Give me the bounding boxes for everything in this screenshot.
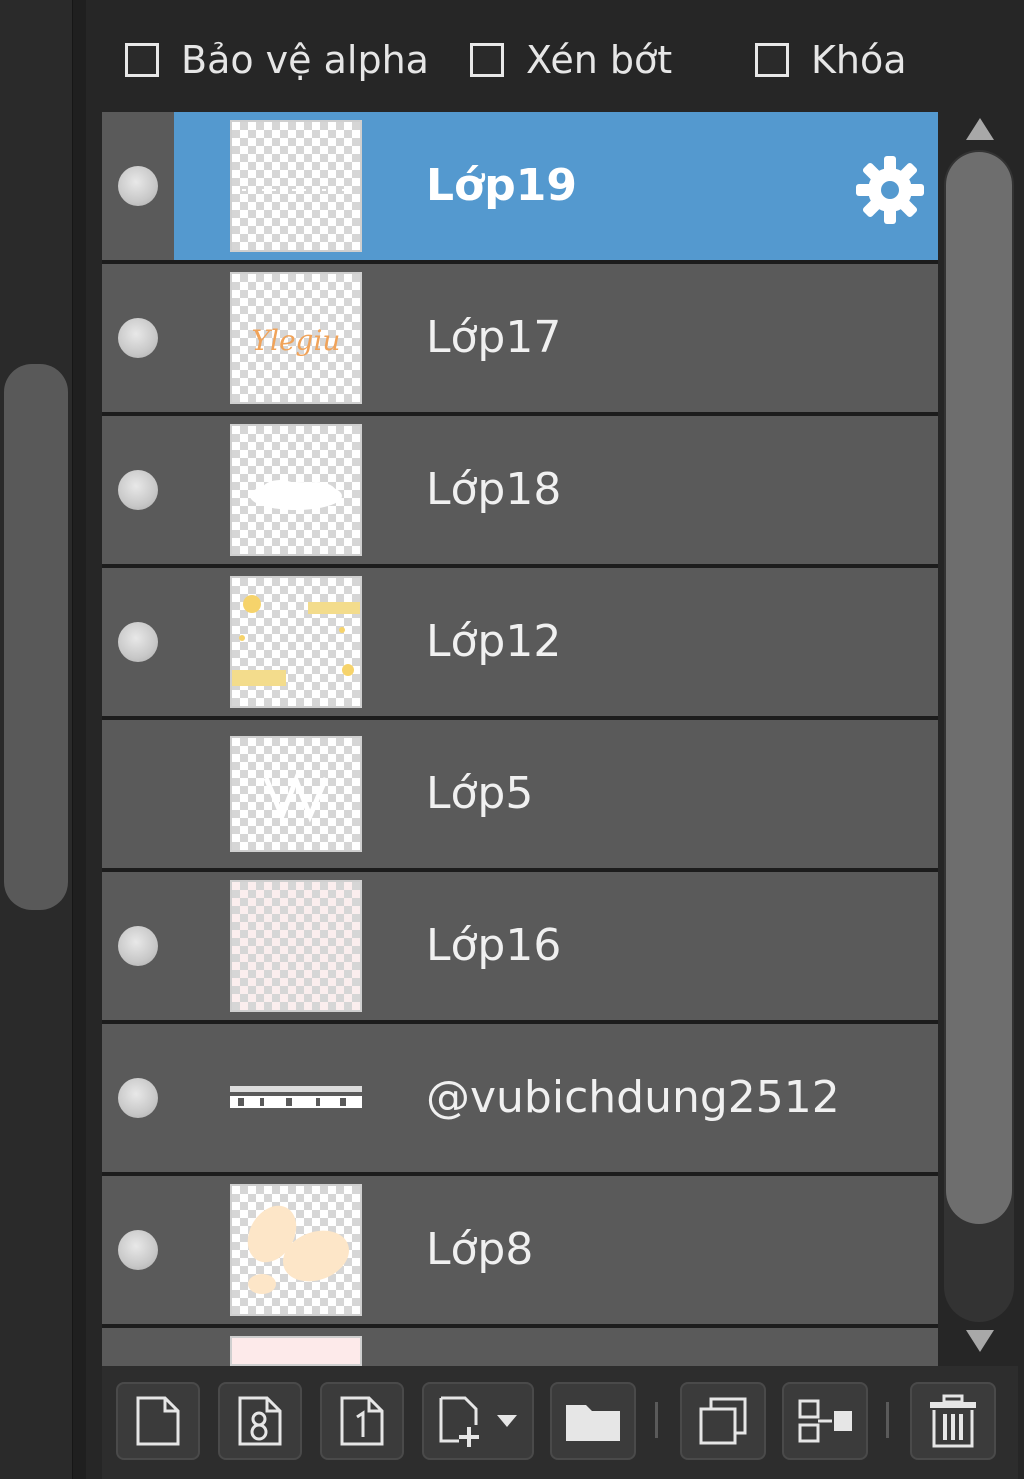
new-1bit-layer-button[interactable] <box>320 1382 404 1460</box>
lock-label: Khóa <box>811 38 907 82</box>
new-8bit-layer-icon <box>238 1396 282 1446</box>
visibility-toggle[interactable] <box>102 416 174 564</box>
lock-checkbox[interactable] <box>755 43 789 77</box>
layer-row[interactable]: Ylegiu Lớp17 <box>102 264 938 412</box>
layer-row-partial[interactable] <box>102 1328 938 1366</box>
delete-layer-icon <box>930 1394 976 1448</box>
layer-name: Lớp17 <box>426 312 562 363</box>
layer-settings-gear-icon[interactable] <box>854 154 926 226</box>
duplicate-layer-button[interactable] <box>680 1382 766 1460</box>
layer-thumbnail <box>230 1336 362 1366</box>
toolbar-separator <box>886 1402 889 1438</box>
layer-row[interactable]: Lớp12 <box>102 568 938 716</box>
visible-dot-icon <box>118 470 158 510</box>
layer-row[interactable]: Lớp5 <box>102 720 938 868</box>
visibility-toggle[interactable] <box>102 872 174 1020</box>
visibility-toggle[interactable] <box>102 112 174 260</box>
layer-thumbnail <box>230 576 362 708</box>
add-layer-dropdown-button[interactable] <box>422 1382 534 1460</box>
layer-thumbnail <box>230 880 362 1012</box>
layer-list[interactable]: Lớp19 Ylegiu Lớp17 Lớp18 Lớp12 Lớp5 Lớp1… <box>102 112 938 1366</box>
clip-option[interactable]: Xén bớt <box>470 36 672 84</box>
layer-row[interactable]: @vubichdung2512 <box>102 1024 938 1172</box>
visible-dot-icon <box>118 1230 158 1270</box>
panel-divider[interactable] <box>72 0 86 1479</box>
layer-row[interactable]: Lớp19 <box>102 112 938 260</box>
layer-row[interactable]: Lớp18 <box>102 416 938 564</box>
alpha-protect-label: Bảo vệ alpha <box>181 38 429 82</box>
visibility-toggle[interactable] <box>102 720 174 868</box>
new-layer-icon <box>136 1396 180 1446</box>
visibility-toggle[interactable] <box>102 568 174 716</box>
layer-thumbnail <box>230 424 362 556</box>
alpha-protect-checkbox[interactable] <box>125 43 159 77</box>
layer-row[interactable]: Lớp8 <box>102 1176 938 1324</box>
add-layer-dropdown-icon <box>439 1396 517 1447</box>
clip-label: Xén bớt <box>526 38 673 82</box>
merge-down-button[interactable] <box>782 1382 868 1460</box>
merge-down-icon <box>798 1399 852 1443</box>
new-folder-icon <box>566 1405 620 1441</box>
duplicate-layer-icon <box>699 1397 747 1445</box>
delete-layer-button[interactable] <box>910 1382 996 1460</box>
scrollbar-thumb[interactable] <box>946 152 1012 1224</box>
new-8bit-layer-button[interactable] <box>218 1382 302 1460</box>
left-panel-scroll-thumb[interactable] <box>4 364 68 910</box>
new-folder-button[interactable] <box>550 1382 636 1460</box>
visible-dot-icon <box>118 622 158 662</box>
layer-thumbnail <box>230 1184 362 1316</box>
visibility-toggle[interactable] <box>102 1176 174 1324</box>
new-layer-button[interactable] <box>116 1382 200 1460</box>
scroll-down-arrow-icon[interactable] <box>966 1330 994 1352</box>
visible-dot-icon <box>118 926 158 966</box>
layer-name: @vubichdung2512 <box>426 1072 840 1123</box>
layer-name: Lớp12 <box>426 616 562 667</box>
scroll-up-arrow-icon[interactable] <box>966 118 994 140</box>
layer-thumbnail: Ylegiu <box>230 272 362 404</box>
layer-row[interactable]: Lớp16 <box>102 872 938 1020</box>
visible-dot-icon <box>118 166 158 206</box>
visibility-toggle[interactable] <box>102 264 174 412</box>
alpha-protect-option[interactable]: Bảo vệ alpha <box>125 36 429 84</box>
visible-dot-icon <box>118 318 158 358</box>
layer-thumbnail <box>230 120 362 252</box>
layer-name: Lớp5 <box>426 768 534 819</box>
layer-name: Lớp16 <box>426 920 562 971</box>
toolbar-separator <box>655 1402 658 1438</box>
layer-name: Lớp18 <box>426 464 562 515</box>
new-1bit-layer-icon <box>340 1396 384 1446</box>
layer-name: Lớp19 <box>426 160 577 211</box>
left-panel-strip <box>0 0 72 1479</box>
lock-option[interactable]: Khóa <box>755 36 907 84</box>
thumbnail-text: Ylegiu <box>252 324 341 357</box>
clip-checkbox[interactable] <box>470 43 504 77</box>
visibility-toggle[interactable] <box>102 1024 174 1172</box>
visible-dot-icon <box>118 1078 158 1118</box>
layer-name: Lớp8 <box>426 1224 534 1275</box>
text-layer-thumbnail <box>230 1082 362 1114</box>
layer-thumbnail <box>230 736 362 852</box>
